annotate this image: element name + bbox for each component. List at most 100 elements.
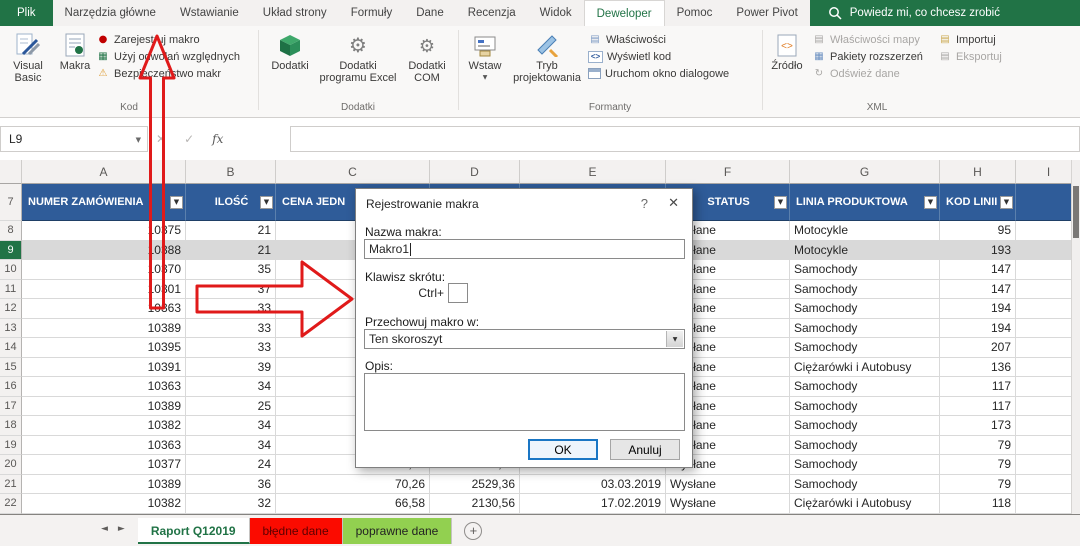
column-header-a[interactable]: A <box>22 160 186 184</box>
row-number-21[interactable]: 21 <box>0 475 22 495</box>
row-number-22[interactable]: 22 <box>0 494 22 514</box>
design-mode-button[interactable]: Tryb projektowania <box>512 30 582 98</box>
row-number-20[interactable]: 20 <box>0 455 22 475</box>
description-input[interactable] <box>364 373 685 431</box>
cell-a19[interactable]: 10363 <box>22 436 186 456</box>
ribbon-tab-pomoc[interactable]: Pomoc <box>665 0 725 26</box>
column-header-f[interactable]: F <box>666 160 790 184</box>
cell-b19[interactable]: 34 <box>186 436 276 456</box>
cell-g15[interactable]: Ciężarówki i Autobusy <box>790 358 940 378</box>
cell-h9[interactable]: 193 <box>940 241 1016 261</box>
scrollbar-thumb[interactable] <box>1073 186 1079 238</box>
sheet-tab-raport-q12019[interactable]: Raport Q12019 <box>138 518 250 544</box>
cell-b14[interactable]: 33 <box>186 338 276 358</box>
cell-a20[interactable]: 10377 <box>22 455 186 475</box>
cell-a13[interactable]: 10389 <box>22 319 186 339</box>
cell-h10[interactable]: 147 <box>940 260 1016 280</box>
cell-g8[interactable]: Motocykle <box>790 221 940 241</box>
import-button[interactable]: ▤ Importuj <box>938 32 996 47</box>
record-macro-button[interactable]: ● Zarejestruj makro <box>96 32 200 47</box>
cell-b21[interactable]: 36 <box>186 475 276 495</box>
cell-b18[interactable]: 34 <box>186 416 276 436</box>
cell-c22[interactable]: 66,58 <box>276 494 430 514</box>
ribbon-tab-deweloper[interactable]: Deweloper <box>584 0 665 26</box>
column-header-d[interactable]: D <box>430 160 520 184</box>
column-header-g[interactable]: G <box>790 160 940 184</box>
cell-h13[interactable]: 194 <box>940 319 1016 339</box>
cell-g12[interactable]: Samochody <box>790 299 940 319</box>
cell-a15[interactable]: 10391 <box>22 358 186 378</box>
row-number-14[interactable]: 14 <box>0 338 22 358</box>
add-sheet-button[interactable]: + <box>464 522 482 540</box>
store-macro-select[interactable]: Ten skoroszyt ▼ <box>364 329 685 349</box>
cell-g10[interactable]: Samochody <box>790 260 940 280</box>
cell-h12[interactable]: 194 <box>940 299 1016 319</box>
cell-h16[interactable]: 117 <box>940 377 1016 397</box>
cell-h19[interactable]: 79 <box>940 436 1016 456</box>
cell-a17[interactable]: 10389 <box>22 397 186 417</box>
cell-b9[interactable]: 21 <box>186 241 276 261</box>
cancel-button[interactable]: Anuluj <box>610 439 680 460</box>
cell-h22[interactable]: 118 <box>940 494 1016 514</box>
cell-f22[interactable]: Wysłane <box>666 494 790 514</box>
cell-d21[interactable]: 2529,36 <box>430 475 520 495</box>
cell-g20[interactable]: Samochody <box>790 455 940 475</box>
cell-a14[interactable]: 10395 <box>22 338 186 358</box>
cell-a9[interactable]: 10388 <box>22 241 186 261</box>
properties-button[interactable]: ▤ Właściwości <box>588 32 666 47</box>
cell-b20[interactable]: 24 <box>186 455 276 475</box>
name-box[interactable]: L9 ▼ <box>0 126 148 152</box>
shortcut-key-input[interactable] <box>448 283 468 303</box>
visual-basic-button[interactable]: Visual Basic <box>4 30 52 98</box>
cell-b15[interactable]: 39 <box>186 358 276 378</box>
cell-c21[interactable]: 70,26 <box>276 475 430 495</box>
xml-source-button[interactable]: <> Źródło <box>766 30 808 98</box>
filter-button[interactable]: ▼ <box>774 196 787 209</box>
com-addins-button[interactable]: ⚙ Dodatki COM <box>400 30 454 98</box>
dialog-close-icon[interactable]: ✕ <box>668 196 679 211</box>
filter-button[interactable]: ▼ <box>1000 196 1013 209</box>
cell-h20[interactable]: 79 <box>940 455 1016 475</box>
column-header-c[interactable]: C <box>276 160 430 184</box>
cell-h17[interactable]: 117 <box>940 397 1016 417</box>
tell-me-box[interactable]: Powiedz mi, co chcesz zrobić <box>810 0 1080 26</box>
ribbon-tab-dane[interactable]: Dane <box>404 0 456 26</box>
cell-g17[interactable]: Samochody <box>790 397 940 417</box>
run-dialog-button[interactable]: Uruchom okno dialogowe <box>588 66 729 81</box>
refresh-data-button[interactable]: ↻ Odśwież dane <box>812 66 900 81</box>
ribbon-tab-narzędzia-główne[interactable]: Narzędzia główne <box>53 0 168 26</box>
dialog-help-icon[interactable]: ? <box>641 196 648 211</box>
cell-e22[interactable]: 17.02.2019 <box>520 494 666 514</box>
sheet-tab-błędne-dane[interactable]: błędne dane <box>250 518 343 544</box>
row-number-11[interactable]: 11 <box>0 280 22 300</box>
cell-h21[interactable]: 79 <box>940 475 1016 495</box>
cell-h8[interactable]: 95 <box>940 221 1016 241</box>
row-number-9[interactable]: 9 <box>0 241 22 261</box>
cell-g16[interactable]: Samochody <box>790 377 940 397</box>
insert-function-icon[interactable]: fx <box>212 132 223 146</box>
row-number-15[interactable]: 15 <box>0 358 22 378</box>
cell-b12[interactable]: 33 <box>186 299 276 319</box>
confirm-entry-icon[interactable]: ✓ <box>184 132 194 146</box>
relative-references-button[interactable]: ▦ Użyj odwołań względnych <box>96 49 240 64</box>
cell-g9[interactable]: Motocykle <box>790 241 940 261</box>
row-number-13[interactable]: 13 <box>0 319 22 339</box>
cell-a10[interactable]: 10370 <box>22 260 186 280</box>
cell-a21[interactable]: 10389 <box>22 475 186 495</box>
cell-a11[interactable]: 10301 <box>22 280 186 300</box>
ribbon-tab-układ-strony[interactable]: Układ strony <box>251 0 339 26</box>
cell-g21[interactable]: Samochody <box>790 475 940 495</box>
macro-name-input[interactable]: Makro1 <box>364 239 685 259</box>
cell-d22[interactable]: 2130,56 <box>430 494 520 514</box>
cell-h15[interactable]: 136 <box>940 358 1016 378</box>
cell-b22[interactable]: 32 <box>186 494 276 514</box>
map-properties-button[interactable]: ▤ Właściwości mapy <box>812 32 920 47</box>
formula-input[interactable] <box>290 126 1080 152</box>
sheet-nav-right-icon[interactable]: ► <box>113 524 130 534</box>
row-number-18[interactable]: 18 <box>0 416 22 436</box>
column-header-b[interactable]: B <box>186 160 276 184</box>
cell-b16[interactable]: 34 <box>186 377 276 397</box>
cell-g13[interactable]: Samochody <box>790 319 940 339</box>
ribbon-tab-wstawianie[interactable]: Wstawianie <box>168 0 251 26</box>
name-box-dropdown-icon[interactable]: ▼ <box>136 136 141 144</box>
